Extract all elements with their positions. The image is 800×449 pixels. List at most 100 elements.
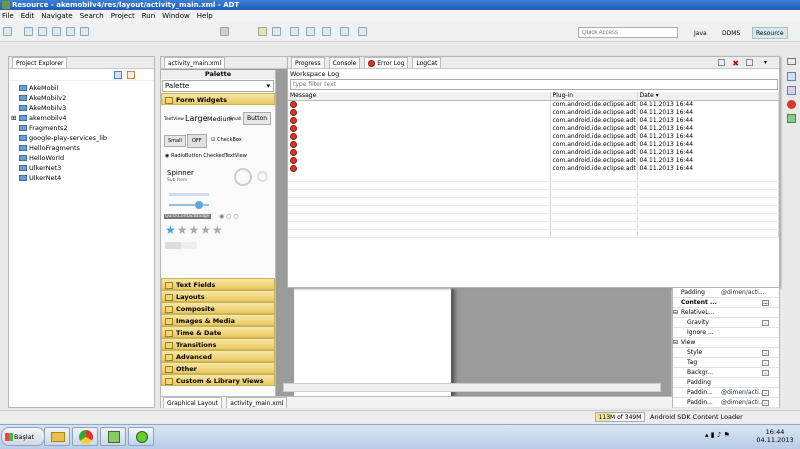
tab-project-explorer[interactable]: Project Explorer	[12, 57, 68, 68]
device-canvas[interactable]	[294, 282, 451, 397]
widget-small-button[interactable]: Small	[164, 135, 186, 147]
collapse-all-icon[interactable]	[114, 71, 122, 79]
property-row[interactable]: ⊟ View	[673, 338, 779, 348]
log-filter-input[interactable]	[290, 79, 778, 90]
menu-window[interactable]: Window	[162, 12, 190, 20]
property-row[interactable]: Content ......	[673, 298, 779, 308]
menu-help[interactable]: Help	[197, 12, 213, 20]
seekbar[interactable]	[169, 204, 209, 206]
tab-console[interactable]: Console	[328, 57, 361, 68]
list-item[interactable]: AkeMobil	[9, 83, 154, 93]
menu-run[interactable]: Run	[142, 12, 155, 20]
debug-icon[interactable]	[220, 27, 229, 36]
list-item[interactable]: HelloFragments	[9, 143, 154, 153]
widget-checkbox[interactable]: ☑ CheckBox	[211, 137, 242, 143]
save-icon[interactable]	[24, 27, 33, 36]
switch-widget[interactable]	[165, 242, 197, 249]
palette-group-advanced[interactable]: Advanced	[161, 350, 275, 362]
logcat-trim-icon[interactable]	[787, 114, 796, 123]
save-all-icon[interactable]	[38, 27, 47, 36]
heap-status[interactable]: 113M of 349M	[595, 412, 645, 422]
table-row[interactable]: com.android.ide.eclipse.adt 04.11.2013 16…	[288, 109, 779, 117]
palette-group-layouts[interactable]: Layouts	[161, 290, 275, 302]
property-row[interactable]: Padding @dimen/acti...	[673, 288, 779, 298]
table-row[interactable]: com.android.ide.eclipse.adt 04.11.2013 16…	[288, 100, 779, 109]
menu-project[interactable]: Project	[111, 12, 135, 20]
palette-group-text-fields[interactable]: Text Fields	[161, 278, 275, 290]
menu-edit[interactable]: Edit	[21, 12, 35, 20]
adt-taskbar-icon[interactable]	[128, 427, 154, 446]
table-row[interactable]: com.android.ide.eclipse.adt 04.11.2013 16…	[288, 141, 779, 149]
seekbar-thumb-icon[interactable]	[195, 201, 203, 209]
tray-clock[interactable]: 16:44 04.11.2013	[752, 428, 798, 444]
rating-bar-icon[interactable]: ★★★★★	[165, 223, 224, 237]
tab-activity-main[interactable]: activity_main.xml	[164, 57, 226, 68]
perspective-ddms[interactable]: DDMS	[718, 27, 744, 39]
view-menu-icon[interactable]: ▾	[764, 57, 767, 69]
list-item[interactable]: Fragments2	[9, 123, 154, 133]
tab-logcat[interactable]: LogCat	[412, 57, 442, 68]
search-icon[interactable]	[290, 27, 299, 36]
table-row[interactable]: com.android.ide.eclipse.adt 04.11.2013 16…	[288, 157, 779, 165]
menu-search[interactable]: Search	[80, 12, 104, 20]
table-row[interactable]: com.android.ide.eclipse.adt 04.11.2013 16…	[288, 165, 779, 173]
list-item[interactable]: ⊞ akemobilv4	[9, 113, 154, 123]
property-row[interactable]: Paddin... @dimen/acti......	[673, 388, 779, 398]
delete-log-icon[interactable]: ✖	[732, 58, 739, 70]
run-tools-icon[interactable]	[258, 27, 267, 36]
property-row[interactable]: Backgr......	[673, 368, 779, 378]
tab-progress[interactable]: Progress	[291, 57, 325, 68]
explorer-taskbar-icon[interactable]	[44, 427, 70, 446]
forward-icon[interactable]	[358, 27, 367, 36]
palette-group-transitions[interactable]: Transitions	[161, 338, 275, 350]
list-item[interactable]: UlkerNet3	[9, 163, 154, 173]
properties-icon[interactable]	[787, 86, 796, 95]
palette-group-form-widgets[interactable]: Form Widgets	[161, 93, 275, 105]
progress-bar[interactable]	[169, 193, 209, 196]
palette-group-images-media[interactable]: Images & Media	[161, 314, 275, 326]
widget-spinner[interactable]: Spinner	[167, 169, 194, 177]
horizontal-scrollbar[interactable]	[283, 383, 661, 392]
widget-textview[interactable]: TextView	[164, 117, 184, 122]
property-row[interactable]: Padding	[673, 378, 779, 388]
list-item[interactable]: HelloWorld	[9, 153, 154, 163]
chrome-taskbar-icon[interactable]	[72, 427, 98, 446]
perspective-java[interactable]: Java	[690, 27, 711, 39]
outline-icon[interactable]	[787, 72, 796, 81]
quick-access-input[interactable]	[578, 27, 678, 38]
tab-xml-source[interactable]: activity_main.xml	[226, 397, 288, 408]
widget-button[interactable]: Button	[243, 112, 272, 125]
table-row[interactable]: com.android.ide.eclipse.adt 04.11.2013 16…	[288, 117, 779, 125]
widget-toggle-button[interactable]: OFF	[187, 134, 207, 148]
refresh-icon[interactable]	[272, 27, 281, 36]
list-item[interactable]: AkeMobilv3	[9, 103, 154, 113]
import-icon[interactable]	[66, 27, 75, 36]
palette-group-time-date[interactable]: Time & Date	[161, 326, 275, 338]
nav-icon[interactable]	[306, 27, 315, 36]
table-row[interactable]: com.android.ide.eclipse.adt 04.11.2013 16…	[288, 133, 779, 141]
start-button[interactable]: Başlat	[1, 427, 45, 446]
property-row[interactable]: Style...	[673, 348, 779, 358]
clear-log-icon[interactable]	[746, 59, 753, 66]
menu-navigate[interactable]: Navigate	[41, 12, 72, 20]
back-icon[interactable]	[340, 27, 349, 36]
widget-large-text[interactable]: Large	[185, 114, 208, 123]
tray-icons[interactable]: ▴ ▮ ♪ ⚑	[705, 431, 730, 439]
widget-radio[interactable]: ◉ RadioButton CheckedTextView	[165, 153, 247, 159]
error-log-trim-icon[interactable]	[787, 100, 796, 109]
list-item[interactable]: google-play-services_lib	[9, 133, 154, 143]
tab-error-log[interactable]: Error Log	[364, 57, 409, 68]
export-log-icon[interactable]	[718, 59, 725, 66]
print-icon[interactable]	[52, 27, 61, 36]
property-row[interactable]: Paddin... @dimen/acti......	[673, 398, 779, 408]
link-editor-icon[interactable]	[127, 71, 135, 79]
widget-small-text[interactable]: Small	[229, 117, 242, 122]
column-plugin[interactable]: Plug-in	[550, 92, 638, 101]
progress-small-icon[interactable]	[257, 171, 268, 182]
tab-graphical-layout[interactable]: Graphical Layout	[163, 397, 223, 408]
list-item[interactable]: AkeMobilv2	[9, 93, 154, 103]
new-icon[interactable]	[3, 27, 12, 36]
palette-select[interactable]: Palette ▾	[162, 80, 274, 92]
annotation-icon[interactable]	[322, 27, 331, 36]
table-row[interactable]: com.android.ide.eclipse.adt 04.11.2013 16…	[288, 125, 779, 133]
